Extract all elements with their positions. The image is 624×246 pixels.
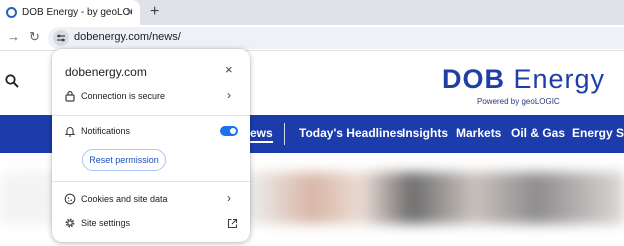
- nav-item-oil-gas[interactable]: Oil & Gas: [511, 126, 565, 140]
- search-icon[interactable]: [5, 74, 19, 88]
- address-bar[interactable]: dobenergy.com/news/: [48, 27, 624, 49]
- site-logo[interactable]: DOB Energy Powered by geoLOGIC: [442, 64, 605, 106]
- site-favicon-icon: [6, 7, 17, 18]
- nav-item-news[interactable]: ews: [250, 126, 273, 143]
- notifications-row: Notifications: [52, 120, 250, 144]
- new-tab-button[interactable]: +: [150, 3, 159, 21]
- close-icon[interactable]: ×: [225, 63, 233, 77]
- cookie-icon: [64, 193, 76, 205]
- chevron-right-icon: ›: [227, 191, 231, 205]
- nav-separator: [284, 123, 285, 145]
- nav-item-insights[interactable]: Insights: [402, 126, 448, 140]
- toggle-knob: [230, 128, 236, 134]
- nav-item-energy-services[interactable]: Energy Ser: [572, 126, 624, 140]
- divider: [52, 181, 250, 182]
- logo-text: DOB Energy: [442, 64, 605, 95]
- tab-close-icon[interactable]: ×: [126, 5, 133, 19]
- gear-icon: [65, 218, 75, 228]
- nav-item-markets[interactable]: Markets: [456, 126, 501, 140]
- open-in-new-icon[interactable]: [227, 218, 238, 229]
- tab-title: DOB Energy - by geoLOGIC | N: [22, 7, 132, 18]
- divider: [52, 115, 250, 116]
- notifications-toggle[interactable]: [220, 126, 238, 136]
- cookies-label: Cookies and site data: [81, 194, 168, 204]
- nav-item-todays-headlines[interactable]: Today's Headlines: [299, 126, 403, 140]
- logo-prefix: DOB: [442, 64, 505, 94]
- forward-icon[interactable]: →: [7, 29, 20, 45]
- url-text[interactable]: dobenergy.com/news/: [74, 31, 181, 43]
- chevron-right-icon: ›: [227, 88, 231, 102]
- logo-energy: Energy: [505, 64, 606, 94]
- browser-tab[interactable]: DOB Energy - by geoLOGIC | N ×: [0, 0, 140, 25]
- logo-tagline: Powered by geoLOGIC: [477, 97, 560, 106]
- site-settings-row[interactable]: Site settings: [52, 212, 250, 236]
- site-settings-label: Site settings: [81, 218, 131, 228]
- bell-icon: [64, 127, 76, 137]
- notifications-label: Notifications: [81, 126, 131, 136]
- popup-title: dobenergy.com: [65, 65, 147, 79]
- reload-icon[interactable]: ↻: [29, 29, 40, 45]
- tab-strip: DOB Energy - by geoLOGIC | N × +: [0, 0, 624, 25]
- site-info-icon[interactable]: [53, 30, 69, 46]
- connection-label: Connection is secure: [81, 91, 166, 101]
- lock-icon: [65, 90, 75, 102]
- reset-permission-button[interactable]: Reset permission: [82, 149, 166, 171]
- connection-row[interactable]: Connection is secure ›: [52, 85, 250, 109]
- tune-icon: [57, 34, 65, 42]
- site-info-popup: dobenergy.com × Connection is secure › N…: [52, 49, 250, 242]
- cookies-row[interactable]: Cookies and site data ›: [52, 188, 250, 212]
- browser-toolbar: → ↻ dobenergy.com/news/: [0, 25, 624, 51]
